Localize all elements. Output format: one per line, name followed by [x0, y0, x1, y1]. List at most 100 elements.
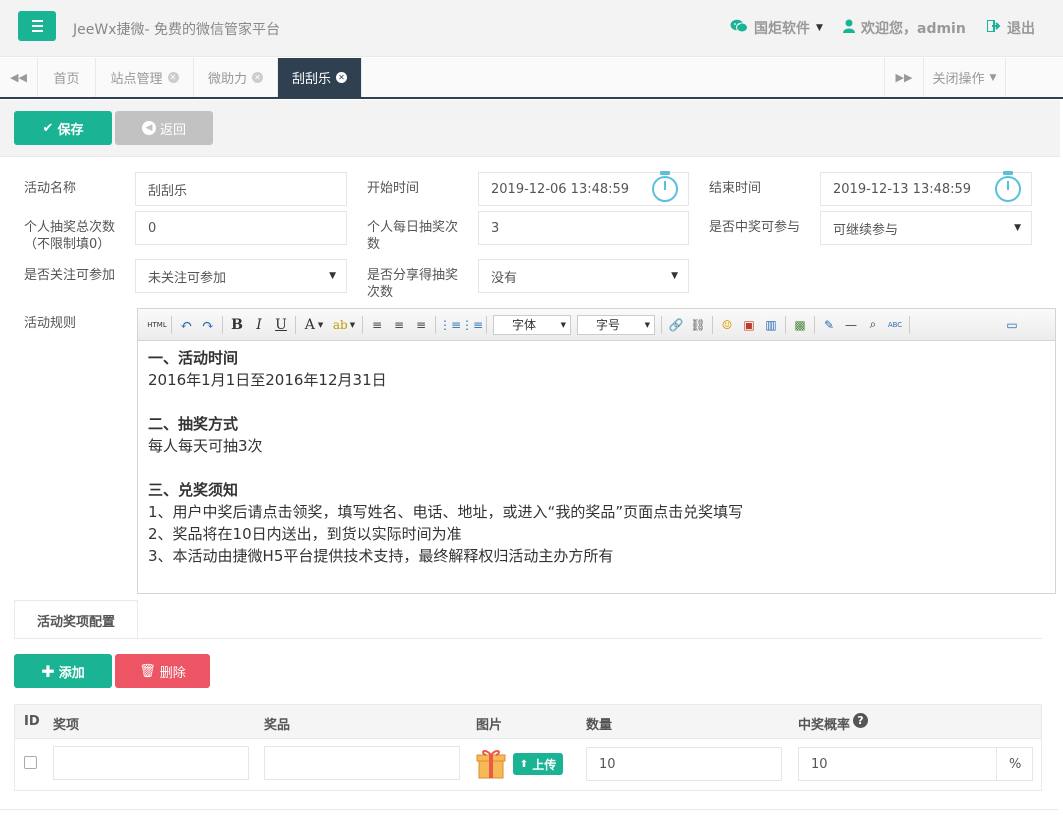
save-label: 保存 [57, 122, 84, 138]
follow-participate-select[interactable]: 未关注可参加 ▼ [135, 259, 347, 293]
back-button[interactable]: ◀ 返回 [115, 111, 213, 145]
total-draws-input[interactable]: 0 [135, 211, 347, 245]
daily-draws-input[interactable]: 3 [478, 211, 689, 245]
end-time-input[interactable]: 2019-12-13 13:48:59 [820, 171, 1032, 206]
win-participate-value: 可继续参与 [833, 222, 899, 238]
table-row: ⬆ 上传 10 10 % [14, 739, 1042, 791]
back-label: 返回 [159, 122, 186, 138]
editor-content[interactable]: 一、活动时间 2016年1月1日至2016年12月31日 二、抽奖方式 每人每天… [148, 347, 743, 567]
tab-scratch-card[interactable]: 刮刮乐 ✕ [278, 58, 362, 97]
double-chevron-left-icon: ◀◀ [10, 71, 27, 84]
share-draws-select[interactable]: 没有 ▼ [478, 259, 689, 293]
wechat-icon [730, 19, 748, 37]
rules-label: 活动规则 [24, 316, 77, 331]
font-family-label: 字体 [512, 318, 537, 332]
company-dropdown[interactable]: 国炬软件 ▼ [730, 18, 823, 38]
tab-prize-config[interactable]: 活动奖项配置 [14, 600, 138, 639]
welcome-text: 欢迎您，admin [861, 21, 966, 37]
win-participate-label: 是否中奖可参与 [709, 220, 801, 235]
undo-icon[interactable]: ↶ [175, 315, 197, 335]
user-icon [843, 19, 855, 37]
help-icon[interactable]: ? [853, 713, 868, 728]
rich-text-editor: HTML ↶ ↷ B I U A ▼ ab ▼ ≡ ≡ ≡ ⋮≡ ⋮≡ 字体 ▼ 字号… [137, 308, 1056, 594]
bold-button[interactable]: B [226, 315, 248, 335]
user-menu[interactable]: 欢迎您，admin [843, 18, 966, 38]
underline-button[interactable]: U [270, 315, 292, 335]
share-draws-label-line1: 是否分享得抽奖 [367, 268, 459, 283]
logout-link[interactable]: 退出 [986, 18, 1035, 38]
font-family-select[interactable]: 字体 ▼ [493, 314, 571, 335]
activity-name-input[interactable]: 刮刮乐 [135, 172, 347, 206]
upload-button[interactable]: ⬆ 上传 [513, 753, 563, 775]
quantity-input[interactable]: 10 [586, 747, 782, 781]
italic-button[interactable]: I [248, 315, 270, 335]
start-time-input[interactable]: 2019-12-06 13:48:59 [478, 171, 689, 206]
font-color-button[interactable]: A ▼ [299, 315, 329, 335]
end-time-label: 结束时间 [709, 181, 762, 196]
video-icon[interactable]: ▥ [760, 315, 782, 335]
column-header-image: 图片 [476, 718, 503, 733]
link-icon[interactable]: 🔗 [665, 315, 687, 335]
emoticon-icon[interactable]: ☺ [716, 315, 738, 335]
insert-image-icon[interactable]: ▩ [789, 315, 811, 335]
tab-micro-help[interactable]: 微助力 ✕ [194, 58, 278, 97]
close-icon[interactable]: ✕ [336, 72, 347, 83]
spellcheck-button[interactable]: ABC [884, 315, 906, 335]
close-operations-dropdown[interactable]: 关闭操作 ▼ [924, 58, 1006, 97]
tab-label: 首页 [53, 72, 80, 87]
tab-site-management[interactable]: 站点管理 ✕ [96, 58, 194, 97]
add-prize-button[interactable]: ✚ 添加 [14, 654, 112, 688]
company-label: 国炬软件 [754, 21, 810, 37]
column-header-id: ID [24, 714, 40, 729]
chevron-down-icon: ▼ [816, 23, 823, 33]
html-source-button[interactable]: HTML [146, 315, 168, 335]
fullscreen-icon[interactable]: ▭ [1001, 315, 1023, 335]
award-input[interactable] [53, 746, 249, 780]
back-circle-icon: ◀ [141, 121, 156, 135]
column-header-award: 奖项 [53, 718, 80, 733]
ordered-list-icon[interactable]: ⋮≡ [439, 315, 461, 335]
rule-text: 3、本活动由捷微H5平台提供技术支持，最终解释权归活动主办方所有 [148, 547, 614, 565]
unlink-icon[interactable]: ⛓ [687, 315, 709, 335]
probability-input[interactable]: 10 [798, 747, 997, 781]
align-right-icon[interactable]: ≡ [410, 315, 432, 335]
double-chevron-right-icon: ▶▶ [895, 71, 913, 84]
align-left-icon[interactable]: ≡ [366, 315, 388, 335]
sign-out-icon [986, 19, 1001, 36]
tabs-scroll-right-button[interactable]: ▶▶ [884, 58, 924, 97]
check-icon: ✔ [42, 120, 54, 136]
font-size-select[interactable]: 字号 ▼ [577, 314, 655, 335]
column-header-quantity: 数量 [586, 718, 613, 733]
horizontal-rule-icon[interactable]: — [840, 315, 862, 335]
tab-label: 微助力 [207, 72, 247, 87]
tab-home[interactable]: 首页 [38, 58, 96, 97]
chevron-down-icon: ▼ [671, 271, 678, 281]
stopwatch-icon[interactable] [995, 171, 1021, 202]
menu-toggle-button[interactable] [18, 11, 56, 41]
logout-label: 退出 [1007, 21, 1035, 37]
rule-heading: 二、抽奖方式 [148, 415, 239, 433]
close-icon[interactable]: ✕ [167, 72, 179, 83]
column-header-probability: 中奖概率 [798, 718, 851, 733]
stopwatch-icon[interactable] [652, 171, 678, 202]
align-center-icon[interactable]: ≡ [388, 315, 410, 335]
save-button[interactable]: ✔ 保存 [14, 111, 112, 145]
tabs-scroll-left-button[interactable]: ◀◀ [0, 58, 38, 97]
close-icon[interactable]: ✕ [252, 72, 263, 83]
image-icon[interactable]: ▣ [738, 315, 760, 335]
win-participate-select[interactable]: 可继续参与 ▼ [820, 211, 1032, 245]
highlight-icon[interactable]: ab ▼ [329, 315, 359, 335]
row-checkbox[interactable] [24, 756, 37, 769]
delete-prize-button[interactable]: 🗑 删除 [115, 654, 210, 688]
eraser-icon[interactable]: ✎ [818, 315, 840, 335]
unordered-list-icon[interactable]: ⋮≡ [461, 315, 483, 335]
redo-icon[interactable]: ↷ [197, 315, 219, 335]
end-time-value: 2019-12-13 13:48:59 [833, 181, 972, 197]
share-draws-label-line2: 次数 [367, 285, 394, 300]
search-icon[interactable]: ⌕ [862, 315, 884, 335]
font-size-label: 字号 [596, 318, 621, 332]
plus-icon: ✚ [41, 661, 55, 681]
chevron-down-icon: ▼ [989, 72, 997, 83]
prize-input[interactable] [264, 746, 460, 780]
tab-label: 站点管理 [110, 72, 163, 87]
